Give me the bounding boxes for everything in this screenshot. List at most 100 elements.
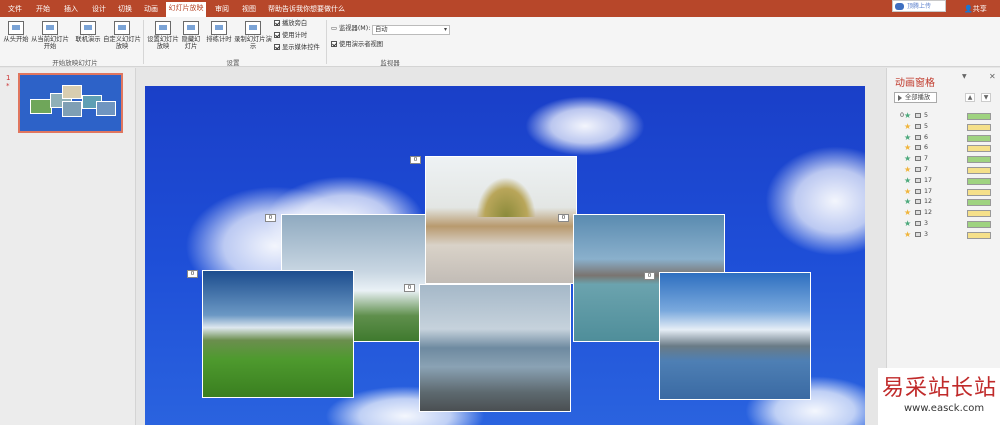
from-current-button[interactable]: 从当前幻灯片开始 — [30, 21, 70, 50]
close-icon[interactable]: ✕ — [989, 72, 996, 81]
tab-view[interactable]: 视图 — [238, 3, 260, 17]
animation-list-item[interactable]: ★ 7 — [896, 165, 992, 175]
animation-tag[interactable]: 0 — [410, 156, 421, 164]
group-label-setup: 设置 — [226, 59, 240, 67]
animation-list-item[interactable]: ★ 3 — [896, 230, 992, 240]
custom-show-button[interactable]: 自定义幻灯片放映 — [103, 21, 141, 50]
timing-bar — [967, 167, 991, 174]
entrance-star-icon: ★ — [904, 111, 912, 120]
cloud-graphic — [525, 96, 645, 156]
checkbox-checked-icon — [274, 32, 280, 38]
hide-slide-button[interactable]: 隐藏幻灯片 — [180, 21, 202, 50]
move-down-button[interactable]: ▼ — [981, 93, 991, 102]
record-show-button[interactable]: 录制幻灯片演示 — [234, 21, 272, 50]
tell-me-search[interactable]: 告诉我你想要做什么 — [282, 3, 345, 16]
tab-transitions[interactable]: 切换 — [114, 3, 136, 17]
watermark-cn: 易采站长站 — [882, 376, 998, 401]
animation-list-item[interactable]: 0 ★ 5 — [896, 111, 992, 121]
picture-icon — [915, 231, 921, 237]
animation-target: 6 — [924, 144, 929, 152]
checkbox-checked-icon — [331, 41, 337, 47]
tab-home[interactable]: 开始 — [32, 3, 54, 17]
animation-list-item[interactable]: ★ 12 — [896, 208, 992, 218]
play-from-start-icon — [8, 21, 24, 35]
rehearse-timings-button[interactable]: 排练计时 — [204, 21, 234, 43]
animation-list-item[interactable]: ★ 7 — [896, 154, 992, 164]
group-label-start: 开始放映幻灯片 — [52, 59, 98, 67]
animation-target: 3 — [924, 220, 929, 227]
present-online-button[interactable]: 联机演示 — [74, 21, 102, 43]
record-icon — [245, 21, 261, 35]
picture-icon — [915, 123, 921, 129]
picture-icon — [915, 210, 921, 216]
animation-tag[interactable]: 0 — [644, 272, 655, 280]
timing-bar — [967, 145, 991, 153]
slide-thumbnails-pane: 1 * — [0, 68, 136, 425]
slide-canvas[interactable]: 0 0 0 0 0 0 — [145, 86, 865, 425]
cloud-upload-button[interactable]: 顶腾上传 — [892, 0, 946, 12]
grass-graphic — [476, 177, 536, 217]
timing-bar — [967, 123, 991, 131]
checkbox-checked-icon — [274, 20, 280, 26]
timing-bar — [967, 113, 991, 120]
play-current-icon — [42, 21, 58, 35]
use-timings-checkbox[interactable]: 使用计时 — [274, 32, 307, 40]
animation-list-item[interactable]: ★ 3 — [896, 219, 992, 229]
play-narration-checkbox[interactable]: 播放旁白 — [274, 20, 307, 28]
thumb-photo — [96, 101, 116, 116]
animation-tag[interactable]: 0 — [265, 214, 276, 222]
animation-list-item[interactable]: ★ 6 — [896, 143, 992, 153]
monitor-select[interactable]: 自动 — [372, 25, 450, 35]
photo-green-field — [202, 270, 354, 398]
move-up-button[interactable]: ▲ — [965, 93, 975, 102]
animation-list-item[interactable]: ★ 12 — [896, 197, 992, 207]
animation-tag[interactable]: 0 — [187, 270, 198, 278]
picture-icon — [915, 188, 921, 194]
ribbon-separator — [326, 20, 327, 64]
tab-insert[interactable]: 插入 — [60, 3, 82, 17]
tab-review[interactable]: 审阅 — [211, 3, 233, 17]
animation-list-item[interactable]: ★ 6 — [896, 133, 992, 143]
picture-icon — [915, 145, 921, 151]
entrance-star-icon: ★ — [904, 197, 912, 207]
emphasis-star-icon: ★ — [904, 143, 912, 153]
animation-tag[interactable]: 0 — [558, 214, 569, 222]
cloud-graphic — [765, 146, 865, 256]
picture-icon — [915, 167, 921, 172]
animation-target: 17 — [924, 187, 933, 195]
animation-list-item[interactable]: ★ 5 — [896, 122, 992, 132]
timing-bar — [967, 177, 991, 185]
animation-target: 12 — [924, 198, 933, 206]
animation-list-item[interactable]: ★ 17 — [896, 187, 992, 197]
slide-thumbnail[interactable] — [18, 73, 123, 133]
presenter-view-checkbox[interactable]: 使用演示者视图 — [331, 41, 383, 49]
emphasis-star-icon: ★ — [904, 229, 912, 239]
tab-animations[interactable]: 动画 — [140, 3, 162, 17]
photo-rock-lake — [419, 284, 571, 412]
setup-show-button[interactable]: 设置幻灯片放映 — [146, 21, 180, 50]
custom-show-icon — [114, 21, 130, 35]
play-all-button[interactable]: 全部播放 — [894, 92, 937, 103]
animation-target: 7 — [924, 166, 929, 173]
animation-tag[interactable]: 0 — [404, 284, 415, 292]
photo-cloud-lake — [659, 272, 811, 400]
setup-show-icon — [155, 21, 171, 35]
share-button[interactable]: 👤共享 — [964, 3, 987, 15]
tab-slideshow[interactable]: 幻灯片放映 — [166, 2, 206, 17]
from-beginning-button[interactable]: 从头开始 — [3, 21, 29, 43]
pane-options-icon[interactable]: ▼ — [962, 73, 967, 80]
thumb-photo — [62, 101, 82, 117]
animation-target: 3 — [924, 230, 929, 238]
timing-bar — [967, 156, 991, 164]
animation-pane-title: 动画窗格 — [895, 78, 935, 89]
picture-icon — [915, 177, 921, 183]
show-media-controls-checkbox[interactable]: 显示媒体控件 — [274, 44, 320, 52]
entrance-star-icon: ★ — [904, 219, 912, 228]
thumb-photo — [62, 85, 82, 99]
ribbon-separator — [143, 20, 144, 64]
tab-design[interactable]: 设计 — [88, 3, 110, 17]
tab-file[interactable]: 文件 — [4, 3, 26, 17]
emphasis-star-icon: ★ — [904, 208, 912, 218]
animation-list-item[interactable]: ★ 17 — [896, 176, 992, 186]
timing-bar — [967, 210, 991, 218]
